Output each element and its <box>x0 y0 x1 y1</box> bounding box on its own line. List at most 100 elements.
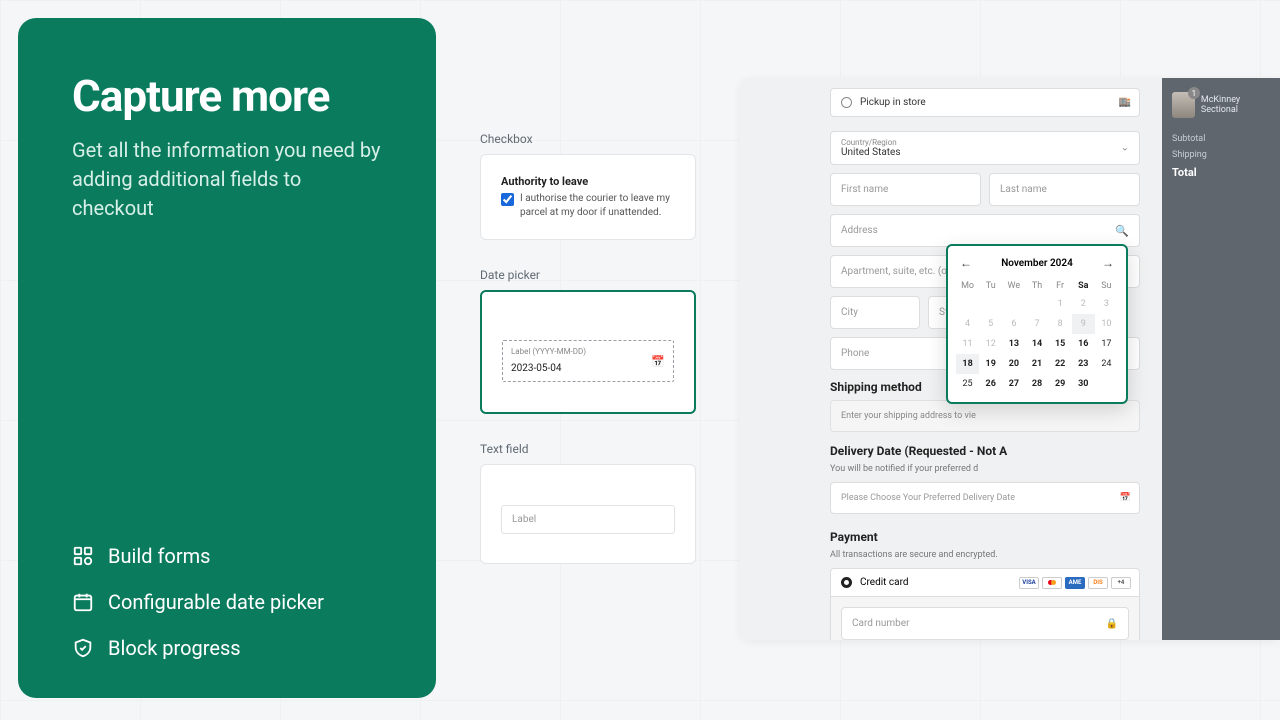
subtotal-row: Subtotal <box>1172 134 1270 144</box>
radio-icon <box>841 97 852 108</box>
date-field[interactable]: Label (YYYY-MM-DD) 2023-05-04 📅 <box>502 340 674 382</box>
calendar-icon[interactable]: 📅 <box>651 355 665 368</box>
payment-subtext: All transactions are secure and encrypte… <box>830 550 1140 560</box>
delivery-subtext: You will be notified if your preferred d <box>830 464 1140 474</box>
delivery-placeholder: Please Choose Your Preferred Delivery Da… <box>841 493 1015 503</box>
credit-card-label: Credit card <box>860 577 909 588</box>
calendar-day[interactable]: 14 <box>1025 334 1048 354</box>
amex-icon: AME <box>1065 577 1085 589</box>
calendar-day[interactable]: 20 <box>1002 354 1025 374</box>
calendar-day[interactable]: 2 <box>1072 294 1095 314</box>
address-field[interactable]: Address 🔍 <box>830 214 1140 247</box>
calendar-day[interactable]: 24 <box>1095 354 1118 374</box>
discover-icon: DIS <box>1088 577 1108 589</box>
shipping-note: Enter your shipping address to vie <box>830 400 1140 432</box>
next-month-button[interactable]: → <box>1102 256 1114 270</box>
pickup-option[interactable]: Pickup in store 🏬 <box>830 88 1140 117</box>
feature-date-picker: Configurable date picker <box>72 590 382 614</box>
cart-thumbnail: 1 <box>1172 92 1195 118</box>
pickup-label: Pickup in store <box>860 97 926 108</box>
calendar-day[interactable]: 7 <box>1025 314 1048 334</box>
calendar-day[interactable]: 12 <box>979 334 1002 354</box>
calendar-day[interactable]: 3 <box>1095 294 1118 314</box>
calendar-dow: We <box>1002 278 1025 294</box>
authority-to-leave-title: Authority to leave <box>501 175 675 188</box>
calendar-day[interactable]: 27 <box>1002 374 1025 394</box>
shipping-row: Shipping <box>1172 150 1270 160</box>
feature-block-progress: Block progress <box>72 636 382 660</box>
calendar-day[interactable]: 6 <box>1002 314 1025 334</box>
calendar-day[interactable]: 16 <box>1072 334 1095 354</box>
calendar-day[interactable]: 28 <box>1025 374 1048 394</box>
card-brand-icons: VISA AME DIS +4 <box>1019 577 1131 589</box>
search-icon: 🔍 <box>1115 224 1129 237</box>
prev-month-button[interactable]: ← <box>960 256 972 270</box>
card-number-placeholder: Card number <box>852 618 909 629</box>
calendar-day[interactable]: 21 <box>1025 354 1048 374</box>
delivery-date-heading: Delivery Date (Requested - Not A <box>830 444 1140 458</box>
country-select[interactable]: Country/Region United States ⌄ <box>830 131 1140 165</box>
delivery-date-field[interactable]: Please Choose Your Preferred Delivery Da… <box>830 482 1140 514</box>
calendar-day[interactable]: 22 <box>1049 354 1072 374</box>
calendar-day[interactable]: 19 <box>979 354 1002 374</box>
calendar-day[interactable]: 4 <box>956 314 979 334</box>
calendar-day[interactable]: 10 <box>1095 314 1118 334</box>
checkout-preview: Pickup in store 🏬 Country/Region United … <box>740 78 1280 640</box>
calendar-dow: Fr <box>1049 278 1072 294</box>
text-field[interactable]: Label <box>501 505 675 534</box>
calendar-icon: 📅 <box>1120 493 1131 503</box>
credit-card-option[interactable]: Credit card VISA AME DIS +4 <box>830 568 1140 597</box>
card-number-field[interactable]: Card number 🔒 <box>841 607 1129 640</box>
lock-icon: 🔒 <box>1106 618 1118 629</box>
calendar-day[interactable]: 23 <box>1072 354 1095 374</box>
calendar-day[interactable]: 5 <box>979 314 1002 334</box>
calendar-day[interactable]: 9 <box>1072 314 1095 334</box>
chevron-down-icon: ⌄ <box>1121 143 1129 154</box>
calendar-dow: Sa <box>1072 278 1095 294</box>
calendar-day[interactable]: 11 <box>956 334 979 354</box>
feature-label: Build forms <box>108 544 210 568</box>
feature-build-forms: Build forms <box>72 544 382 568</box>
first-name-field[interactable]: First name <box>830 173 981 206</box>
calendar-dow: Th <box>1025 278 1048 294</box>
date-demo-label: Date picker <box>480 268 696 282</box>
promo-title: Capture more <box>72 70 382 122</box>
calendar-day[interactable]: 30 <box>1072 374 1095 394</box>
authority-checkbox[interactable] <box>501 193 514 206</box>
cart-sidebar: 1 McKinney Sectional Subtotal Shipping T… <box>1162 78 1280 640</box>
more-cards: +4 <box>1111 577 1131 589</box>
calendar-day[interactable]: 18 <box>956 354 979 374</box>
calendar-day <box>1025 294 1048 314</box>
checkbox-demo-card: Authority to leave I authorise the couri… <box>480 154 696 240</box>
calendar-day <box>1002 294 1025 314</box>
calendar-day[interactable]: 25 <box>956 374 979 394</box>
feature-list: Build forms Configurable date picker Blo… <box>72 544 382 660</box>
calendar-popover: ← November 2024 → MoTuWeThFrSaSu12345678… <box>946 244 1128 404</box>
calendar-day[interactable]: 13 <box>1002 334 1025 354</box>
calendar-day <box>956 294 979 314</box>
city-field[interactable]: City <box>830 296 920 329</box>
calendar-grid: MoTuWeThFrSaSu12345678910111213141516171… <box>956 278 1118 394</box>
calendar-day[interactable]: 26 <box>979 374 1002 394</box>
promo-subtitle: Get all the information you need by addi… <box>72 136 382 223</box>
checkbox-demo-label: Checkbox <box>480 132 696 146</box>
total-row: Total <box>1172 166 1270 179</box>
calendar-dow: Su <box>1095 278 1118 294</box>
payment-body: Card number 🔒 Expiration date (MM / YY) … <box>830 597 1140 640</box>
store-icon: 🏬 <box>1119 97 1131 108</box>
radio-selected-icon <box>841 577 852 588</box>
date-field-value: 2023-05-04 <box>511 363 562 374</box>
shield-icon <box>72 637 94 659</box>
calendar-day <box>979 294 1002 314</box>
date-field-label: Label (YYYY-MM-DD) <box>511 347 586 356</box>
calendar-day[interactable]: 29 <box>1049 374 1072 394</box>
calendar-day[interactable]: 17 <box>1095 334 1118 354</box>
calendar-dow: Mo <box>956 278 979 294</box>
calendar-day[interactable]: 1 <box>1049 294 1072 314</box>
text-demo-card: Label <box>480 464 696 564</box>
last-name-field[interactable]: Last name <box>989 173 1140 206</box>
country-value: United States <box>841 147 901 158</box>
calendar-day[interactable]: 8 <box>1049 314 1072 334</box>
calendar-day[interactable]: 15 <box>1049 334 1072 354</box>
authority-text: I authorise the courier to leave my parc… <box>520 192 675 219</box>
